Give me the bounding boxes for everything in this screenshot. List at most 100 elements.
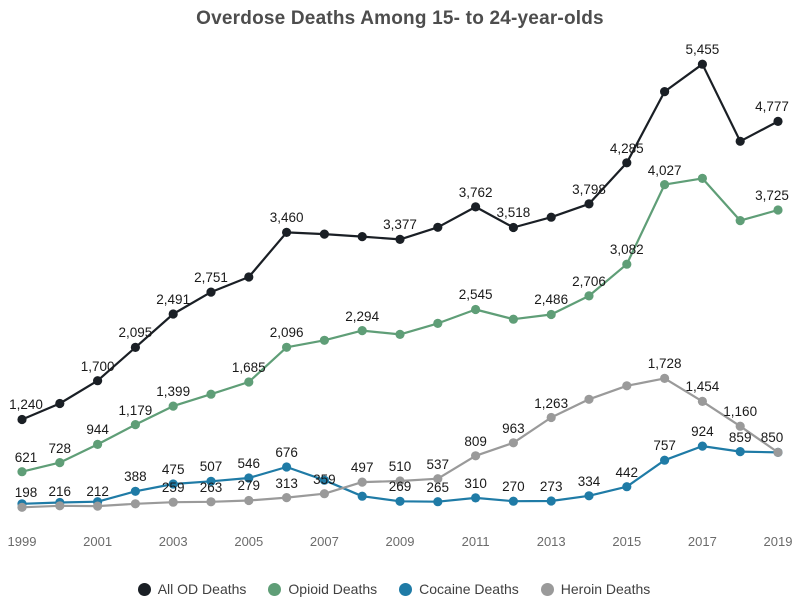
data-point[interactable] [17,467,27,477]
data-point[interactable] [773,205,783,215]
data-point[interactable] [546,412,556,423]
data-point[interactable] [622,482,632,492]
data-point[interactable] [282,227,292,237]
legend-item-all-od[interactable]: All OD Deaths [137,581,246,597]
data-point[interactable] [319,335,329,345]
data-point[interactable] [584,291,594,301]
data-point[interactable] [546,212,556,222]
data-point[interactable] [282,493,292,503]
data-point-label: 3,082 [609,242,644,258]
data-point[interactable] [660,180,670,190]
data-point[interactable] [17,502,27,512]
data-point[interactable] [660,373,670,383]
data-point[interactable] [471,304,481,315]
data-point[interactable] [546,496,556,506]
data-point[interactable] [508,222,518,233]
data-point[interactable] [93,376,103,386]
legend-swatch-icon [137,582,151,596]
data-point[interactable] [584,491,594,501]
data-point[interactable] [168,497,178,507]
data-point[interactable] [206,497,216,507]
data-point[interactable] [55,458,65,468]
data-point[interactable] [471,202,481,212]
data-point-label: 334 [577,473,601,489]
data-point[interactable] [395,234,405,244]
legend-item-cocaine[interactable]: Cocaine Deaths [399,581,519,597]
x-tick-label: 2003 [158,534,188,549]
data-point[interactable] [130,499,140,509]
data-point[interactable] [357,477,367,487]
data-point[interactable] [55,501,65,511]
data-point-label: 216 [48,483,72,499]
data-point[interactable] [55,398,65,409]
data-point[interactable] [697,441,708,451]
data-point-label: 2,096 [269,325,304,341]
x-tick-label: 2005 [234,534,264,549]
data-point[interactable] [697,59,708,69]
data-point[interactable] [584,394,594,404]
legend-item-opioid[interactable]: Opioid Deaths [268,581,377,597]
data-point[interactable] [244,272,254,282]
x-tick-label: 2017 [687,534,717,549]
chart-plot-area [17,59,783,512]
data-point[interactable] [395,496,405,506]
data-point[interactable] [395,329,405,339]
data-point[interactable] [433,222,443,232]
data-point[interactable] [546,309,556,320]
data-point[interactable] [206,287,216,297]
data-point[interactable] [244,495,254,506]
data-point[interactable] [735,447,745,457]
data-point[interactable] [319,229,329,239]
data-point[interactable] [622,381,632,391]
data-point[interactable] [584,199,594,209]
data-point[interactable] [93,501,103,511]
data-point-label: 359 [313,471,336,487]
data-point-label: 388 [124,469,147,485]
data-point[interactable] [17,414,27,425]
data-point[interactable] [130,342,140,352]
legend-swatch-icon [540,582,554,596]
data-point[interactable] [697,173,708,183]
data-point[interactable] [244,377,254,387]
data-point-label: 963 [502,420,525,436]
data-point[interactable] [130,486,140,496]
data-point[interactable] [93,439,103,449]
data-point[interactable] [735,136,745,146]
data-point-label: 2,294 [345,308,380,324]
data-point[interactable] [773,447,783,457]
data-point[interactable] [622,259,632,269]
data-point-label: 4,777 [755,99,789,115]
data-point[interactable] [660,455,670,465]
data-point[interactable] [357,232,367,242]
data-point-label: 1,685 [231,359,266,375]
data-point[interactable] [282,462,292,472]
legend-item-heroin[interactable]: Heroin Deaths [540,581,650,597]
data-point[interactable] [282,342,292,352]
data-point[interactable] [206,389,216,399]
data-point[interactable] [697,396,708,406]
data-point[interactable] [508,496,518,506]
data-point[interactable] [357,491,367,501]
data-point[interactable] [130,420,140,430]
data-point-label: 2,545 [458,287,493,303]
data-point[interactable] [622,158,632,168]
data-point[interactable] [357,326,367,336]
data-point[interactable] [433,497,443,507]
legend-swatch-icon [268,582,282,596]
data-point[interactable] [735,216,745,226]
data-point[interactable] [471,451,481,461]
data-point[interactable] [168,309,178,319]
data-point[interactable] [168,401,178,411]
data-point[interactable] [433,318,443,328]
data-point-label: 2,706 [572,273,606,289]
data-point-label: 273 [539,478,563,494]
data-point[interactable] [319,489,329,499]
data-point[interactable] [660,87,670,97]
data-point-label: 537 [426,456,450,472]
data-point[interactable] [508,314,518,324]
data-point[interactable] [508,438,518,448]
data-point[interactable] [773,116,783,126]
data-point[interactable] [471,493,481,503]
data-point-label: 4,285 [609,140,644,156]
x-tick-label: 2009 [385,534,415,549]
